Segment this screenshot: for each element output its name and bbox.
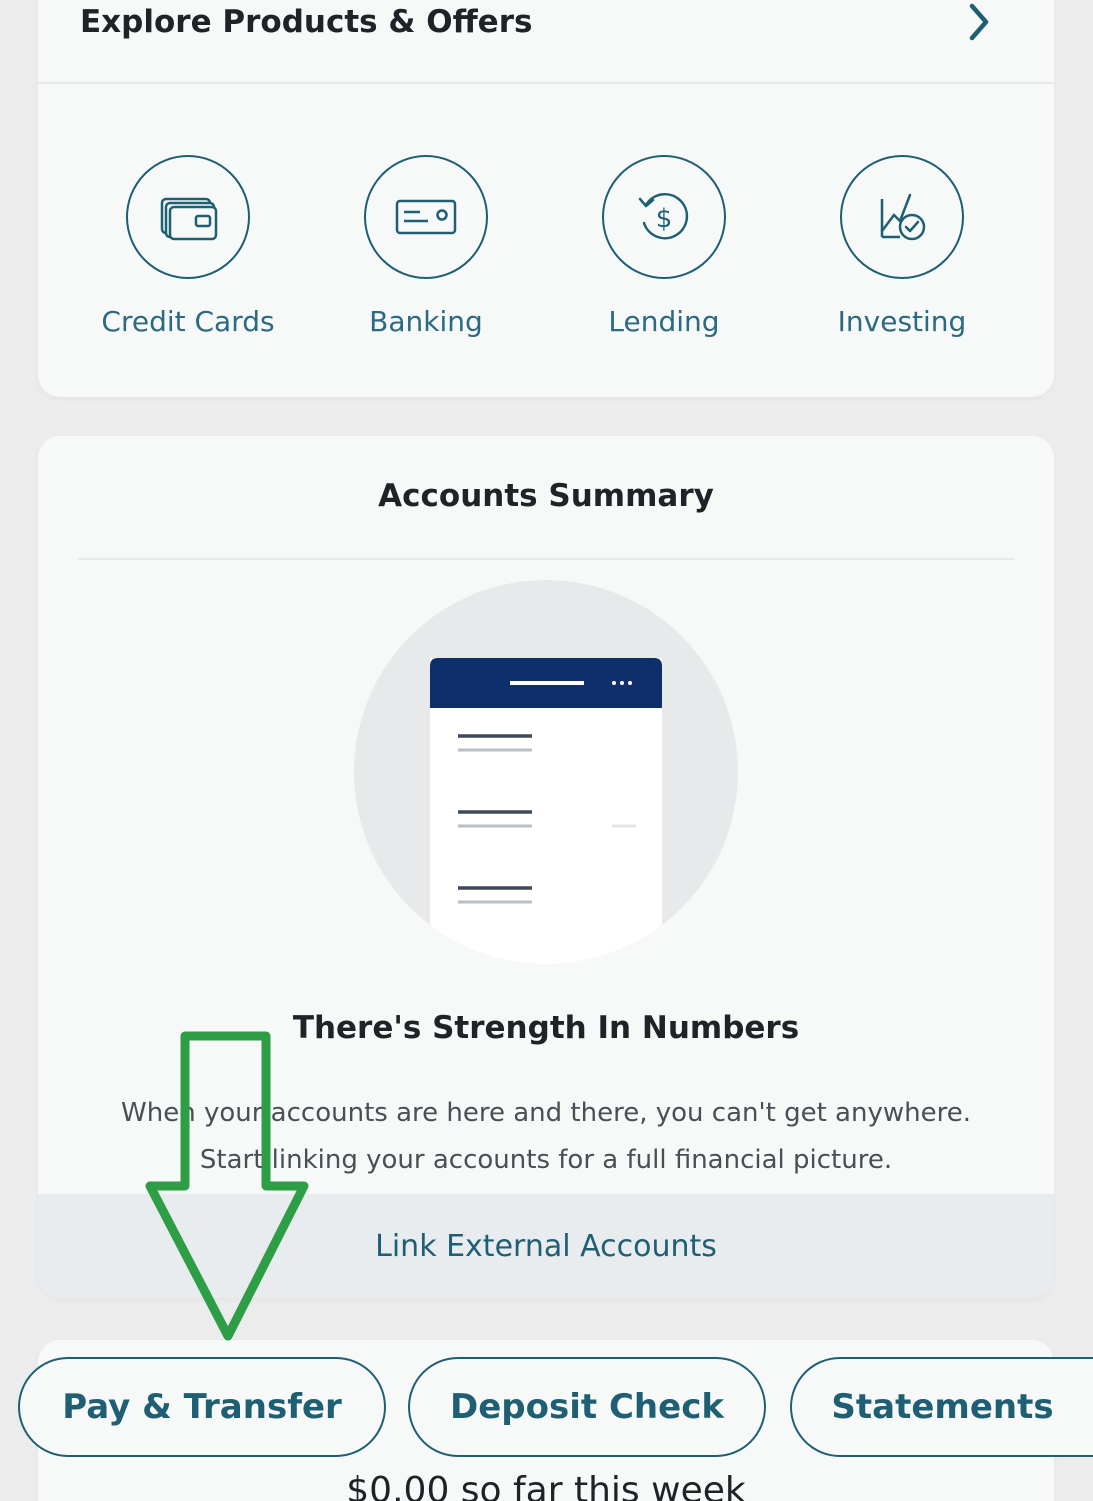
credit-cards-icon xyxy=(126,155,250,279)
product-label: Credit Cards xyxy=(101,305,275,338)
product-investing[interactable]: Investing xyxy=(802,155,1002,365)
product-banking[interactable]: Banking xyxy=(326,155,526,365)
accounts-summary-card: Accounts Summary There's Strength In Num… xyxy=(38,436,1054,1298)
divider xyxy=(78,558,1014,560)
summary-title: Accounts Summary xyxy=(378,478,714,514)
product-credit-cards[interactable]: Credit Cards xyxy=(88,155,288,365)
explore-title: Explore Products & Offers xyxy=(80,4,533,40)
explore-header[interactable]: Explore Products & Offers xyxy=(38,0,1054,84)
deposit-check-button[interactable]: Deposit Check xyxy=(408,1357,766,1457)
accounts-list-icon xyxy=(430,658,662,964)
chevron-right-icon[interactable] xyxy=(958,0,998,44)
pay-transfer-button[interactable]: Pay & Transfer xyxy=(18,1357,386,1457)
product-lending[interactable]: $ Lending xyxy=(564,155,764,365)
product-label: Lending xyxy=(608,305,720,338)
svg-text:$: $ xyxy=(656,204,673,234)
promo-title: There's Strength In Numbers xyxy=(292,1010,800,1046)
explore-products-card: Explore Products & Offers Credit Cards B… xyxy=(38,0,1054,397)
lending-icon: $ xyxy=(602,155,726,279)
banking-icon xyxy=(364,155,488,279)
weekly-amount-text: $0.00 so far this week xyxy=(346,1470,746,1501)
product-label: Investing xyxy=(837,305,967,338)
accounts-illustration xyxy=(354,580,738,964)
product-label: Banking xyxy=(369,305,483,338)
promo-body: When your accounts are here and there, y… xyxy=(121,1098,971,1175)
investing-icon xyxy=(840,155,964,279)
statements-button[interactable]: Statements xyxy=(790,1357,1093,1457)
link-external-accounts-button[interactable]: Link External Accounts xyxy=(38,1194,1054,1298)
app-screen: Explore Products & Offers Credit Cards B… xyxy=(0,0,1093,1501)
